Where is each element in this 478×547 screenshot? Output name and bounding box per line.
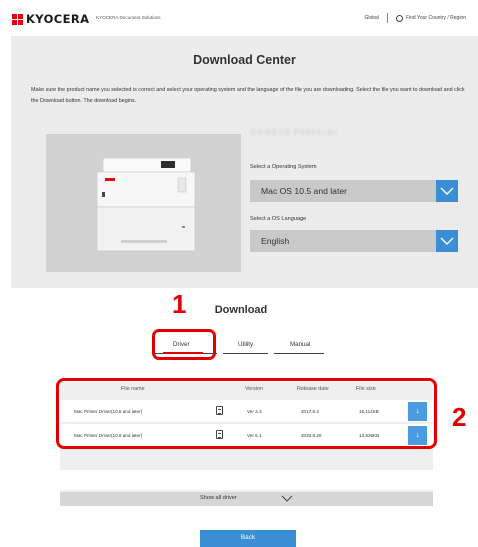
- download-section-title: Download: [214, 304, 268, 316]
- os-select[interactable]: Mac OS 10.5 and later: [250, 180, 458, 202]
- tab-manual[interactable]: Manual: [290, 341, 310, 348]
- tab-utility[interactable]: Utility: [238, 341, 253, 348]
- back-button[interactable]: Back: [200, 530, 296, 547]
- globe-icon: [395, 14, 403, 22]
- lang-select-label: Select a OS Language: [250, 216, 307, 222]
- lang-select-toggle[interactable]: [436, 230, 458, 252]
- intro-text: Make sure the product name you selected …: [31, 87, 465, 104]
- logo-subtitle: KYOCERA Document Solutions: [96, 15, 161, 20]
- tab-underline: [274, 353, 324, 354]
- product-model-name: ECOSYS P4021cdn: [251, 128, 338, 137]
- region-link[interactable]: Find Your Country / Region: [406, 15, 466, 21]
- chevron-down-icon: [440, 237, 454, 245]
- chevron-down-icon: [281, 495, 293, 502]
- page-title: Download Center: [193, 53, 296, 67]
- kyocera-logo-mark-icon: [12, 13, 23, 25]
- header-links: Global Find Your Country / Region: [365, 13, 466, 23]
- global-link[interactable]: Global: [365, 15, 379, 21]
- os-select-value: Mac OS 10.5 and later: [261, 186, 347, 196]
- download-center-panel: Download Center Make sure the product na…: [11, 36, 478, 288]
- kyocera-logo[interactable]: KYOCERA: [12, 12, 89, 26]
- site-header: KYOCERA KYOCERA Document Solutions Globa…: [0, 0, 478, 36]
- file-table-highlight: [56, 378, 437, 449]
- lang-select-value: English: [261, 236, 290, 246]
- header-divider: [386, 13, 388, 23]
- chevron-down-icon: [440, 187, 454, 195]
- show-all-label: Show all driver: [200, 495, 237, 501]
- printer-illustration: [96, 157, 196, 252]
- logo-wordmark: KYOCERA: [26, 12, 90, 26]
- tab-underline: [223, 353, 268, 354]
- callout-marker-2: 2: [452, 402, 467, 432]
- show-all-driver-bar[interactable]: Show all driver: [60, 492, 433, 506]
- os-select-toggle[interactable]: [436, 180, 458, 202]
- back-button-label: Back: [240, 534, 256, 541]
- table-empty-row: [60, 470, 433, 490]
- driver-tab-highlight: [152, 329, 216, 360]
- product-image: [46, 134, 241, 272]
- lang-select[interactable]: English: [250, 230, 458, 252]
- os-select-label: Select a Operating System: [250, 164, 317, 170]
